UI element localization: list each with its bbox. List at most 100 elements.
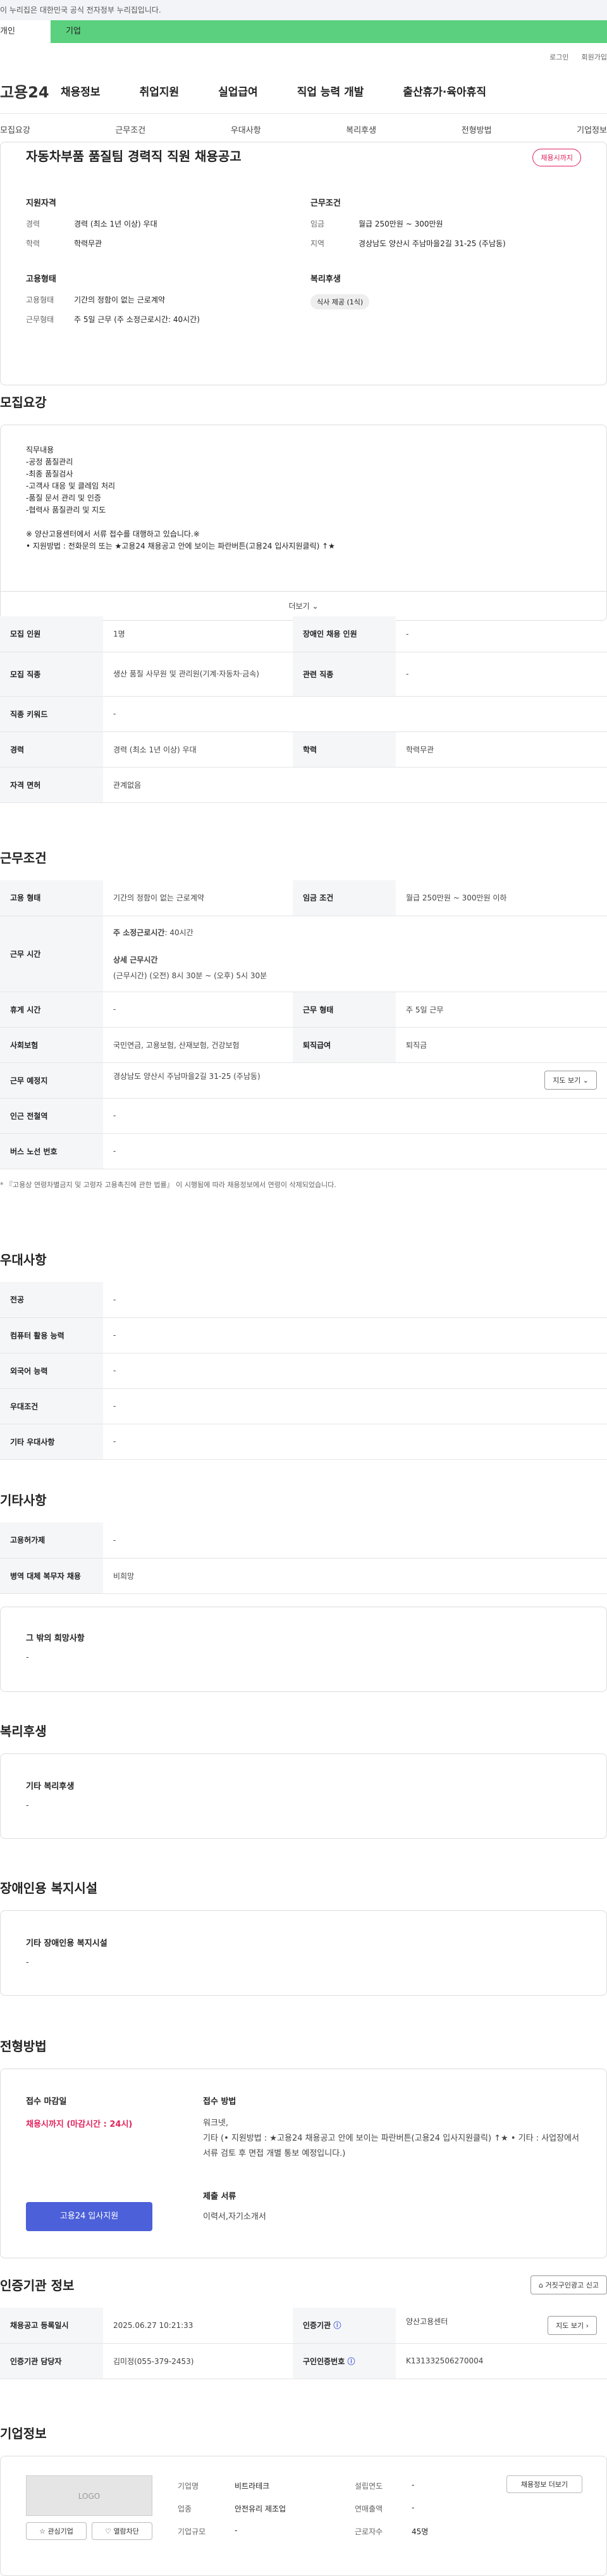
cell-header: 사회보험 (0, 1027, 103, 1063)
welfare-title: 복리후생 (310, 275, 341, 284)
org-map-button[interactable]: 지도 보기 › (548, 2315, 597, 2335)
cell-header: 근무 시간 (0, 916, 103, 992)
cell-value: - (103, 1388, 607, 1424)
sales-value: - (412, 2503, 415, 2512)
tab-company[interactable]: 기업 (51, 20, 607, 43)
wage-label: 임금 (310, 220, 325, 228)
area-value: 경상남도 양산시 주남마을2길 31-25 (주남동) (359, 239, 506, 248)
cell-header: 병역 대체 복무자 채용 (0, 1558, 103, 1594)
cert-title: 인증기관 정보 (0, 2278, 75, 2293)
company-logo: LOGO (26, 2475, 152, 2516)
anchor-preference[interactable]: 우대사항 (231, 123, 261, 135)
cell-value: 관계없음 (103, 767, 607, 803)
cell-header: 인근 전철역 (0, 1098, 103, 1134)
cell-header: 우대조건 (0, 1388, 103, 1424)
job-desc-card: 직무내용 -공정 품질관리 -최종 품질검사 -고객사 대응 및 클레임 처리 … (0, 425, 607, 621)
map-button[interactable]: 지도 보기 ⌄ (544, 1071, 597, 1090)
cell-value: - (103, 1282, 607, 1318)
anchor-welfare[interactable]: 복리후생 (346, 123, 376, 135)
other-wishes-card: 그 밖의 희망사항 - (0, 1606, 607, 1692)
info-icon[interactable]: ⓘ (347, 2357, 355, 2366)
company-title: 기업정보 (0, 2426, 47, 2441)
type-label: 고용형태 (26, 296, 54, 304)
hours-cell: 주 소정근로시간: 40시간 상세 근무시간 (근무시간) (오전) 8시 30… (103, 916, 607, 992)
size-value: - (235, 2526, 238, 2535)
org-cell: 양산고용센터 지도 보기 › (396, 2308, 607, 2344)
apply-button[interactable]: 고용24 입사지원 (26, 2202, 152, 2231)
job-summary-card: 자동차부품 품질팀 경력직 직원 채용공고 채용시까지 지원자격 경력 경력 (최… (0, 142, 607, 385)
screening-card: 접수 마감일 채용시까지 (마감시간 : 24시) 고용24 입사지원 접수 방… (0, 2069, 607, 2258)
method-value: 워크넷, 기타 (• 지원방법 : ★고용24 채용공고 안에 보이는 파란버튼… (203, 2119, 580, 2158)
fav-company-button[interactable]: ☆ 관심기업 (26, 2522, 87, 2540)
other-wishes-label: 그 밖의 희망사항 (26, 1633, 85, 1643)
gnb-unemployment-benefit[interactable]: 실업급여 (218, 83, 258, 99)
company-section: 기업정보 LOGO ☆ 관심기업 ♡ 열람차단 기업명 비트라테크 설립연도 - 업… (0, 2424, 607, 2576)
detail-hours-label: 상세 근무시간 (113, 955, 158, 964)
info-icon[interactable]: ⓘ (333, 2321, 341, 2330)
cell-header: 모집 인원 (0, 616, 103, 652)
screening-title: 전형방법 (0, 2039, 47, 2054)
gnb-parental-leave[interactable]: 출산휴가·육아휴직 (403, 83, 486, 99)
cell-header: 외국어 능력 (0, 1353, 103, 1389)
block-company-button[interactable]: ♡ 열람차단 (92, 2522, 152, 2540)
login-link[interactable]: 로그인 (549, 53, 568, 61)
cell-header: 직종 키워드 (0, 696, 103, 732)
cell-value: - (103, 1522, 607, 1559)
meal-chip: 식사 제공 (1식) (310, 294, 370, 309)
tab-personal[interactable]: 개인 (0, 20, 51, 43)
cell-header: 버스 노선 번호 (0, 1133, 103, 1169)
section-anchor-nav: 모집요강 근무조건 우대사항 복리후생 전형방법 기업정보 (0, 114, 607, 146)
cell-value: K131332506270004 (396, 2343, 607, 2379)
disability-card: 기타 장애인용 복지시설 - (0, 1910, 607, 1996)
job-title: 자동차부품 품질팀 경력직 직원 채용공고 (26, 149, 242, 164)
gnb-training[interactable]: 직업 능력 개발 (297, 83, 364, 99)
disability-value: - (26, 1958, 29, 1967)
detail-hours-value: (근무시간) (오전) 8시 30분 ~ (오후) 5시 30분 (113, 971, 267, 980)
cell-value: - (396, 616, 607, 652)
work-condition-summary: 근무조건 임금 월급 250만원 ~ 300만원 지역 경상남도 양산시 주남마을2… (310, 196, 576, 258)
form-label: 근무형태 (26, 315, 54, 324)
cell-header: 경력 (0, 731, 103, 768)
gnb-jobs[interactable]: 채용정보 (61, 83, 101, 99)
screening-section: 전형방법 접수 마감일 채용시까지 (마감시간 : 24시) 고용24 입사지원… (0, 2036, 607, 2258)
anchor-conditions[interactable]: 근무조건 (115, 123, 145, 135)
name-label: 기업명 (178, 2482, 199, 2491)
year-value: - (412, 2480, 415, 2489)
recruit-table: 모집 인원 1명 장애인 채용 인원 - 모집 직종 생산 품질 사무원 및 관리원(기… (0, 616, 607, 803)
other-wishes-value: - (26, 1652, 29, 1662)
member-tabs: 개인 기업 (0, 20, 607, 43)
cell-header: 고용 형태 (0, 880, 103, 916)
edu-label: 학력 (26, 239, 40, 248)
global-nav: 고용24 채용정보 취업지원 실업급여 직업 능력 개발 출산휴가·육아휴직 (0, 68, 607, 114)
conditions-section: 근무조건 고용 형태 기간의 정함이 없는 근로계약 임금 조건 월급 250만원 ~… (0, 848, 607, 1190)
cell-header: 기타 우대사항 (0, 1424, 103, 1460)
gnb-employment-support[interactable]: 취업지원 (140, 83, 180, 99)
welfare-section: 복리후생 기타 복리후생 - (0, 1721, 607, 1839)
method-label: 접수 방법 (203, 2097, 236, 2106)
report-button[interactable]: ⌂ 거짓구인광고 신고 (530, 2275, 607, 2294)
wage-value: 월급 250만원 ~ 300만원 (359, 220, 443, 228)
employees-value: 45명 (412, 2527, 429, 2536)
cell-header: 전공 (0, 1282, 103, 1318)
cell-header: 근무 형태 (293, 992, 396, 1028)
welfare-label: 기타 복리후생 (26, 1782, 75, 1791)
place-cell: 경상남도 양산시 주남마을2길 31-25 (주남동) 지도 보기 ⌄ (103, 1062, 607, 1098)
cell-value: 비희망 (103, 1558, 607, 1594)
more-jobs-button[interactable]: 채용정보 더보기 (506, 2475, 582, 2493)
cell-value: - (103, 696, 607, 732)
cell-header: 채용공고 등록일시 (0, 2308, 103, 2344)
site-logo[interactable]: 고용24 (0, 80, 61, 102)
cell-value: 기간의 정함이 없는 근로계약 (103, 880, 293, 916)
org-value: 양산고용센터 (406, 2317, 448, 2326)
area-label: 지역 (310, 239, 325, 248)
anchor-screening[interactable]: 전형방법 (462, 123, 492, 135)
anchor-company[interactable]: 기업정보 (577, 123, 607, 135)
anchor-recruit[interactable]: 모집요강 (0, 123, 30, 135)
cell-header: 퇴직급여 (293, 1027, 396, 1063)
cell-value: - (396, 652, 607, 697)
signup-link[interactable]: 회원가입 (582, 53, 607, 61)
cond-title: 근무조건 (310, 199, 341, 208)
pref-title: 우대사항 (0, 1252, 47, 1267)
cell-header: 자격 면허 (0, 767, 103, 803)
deadline-label: 접수 마감일 (26, 2097, 67, 2106)
